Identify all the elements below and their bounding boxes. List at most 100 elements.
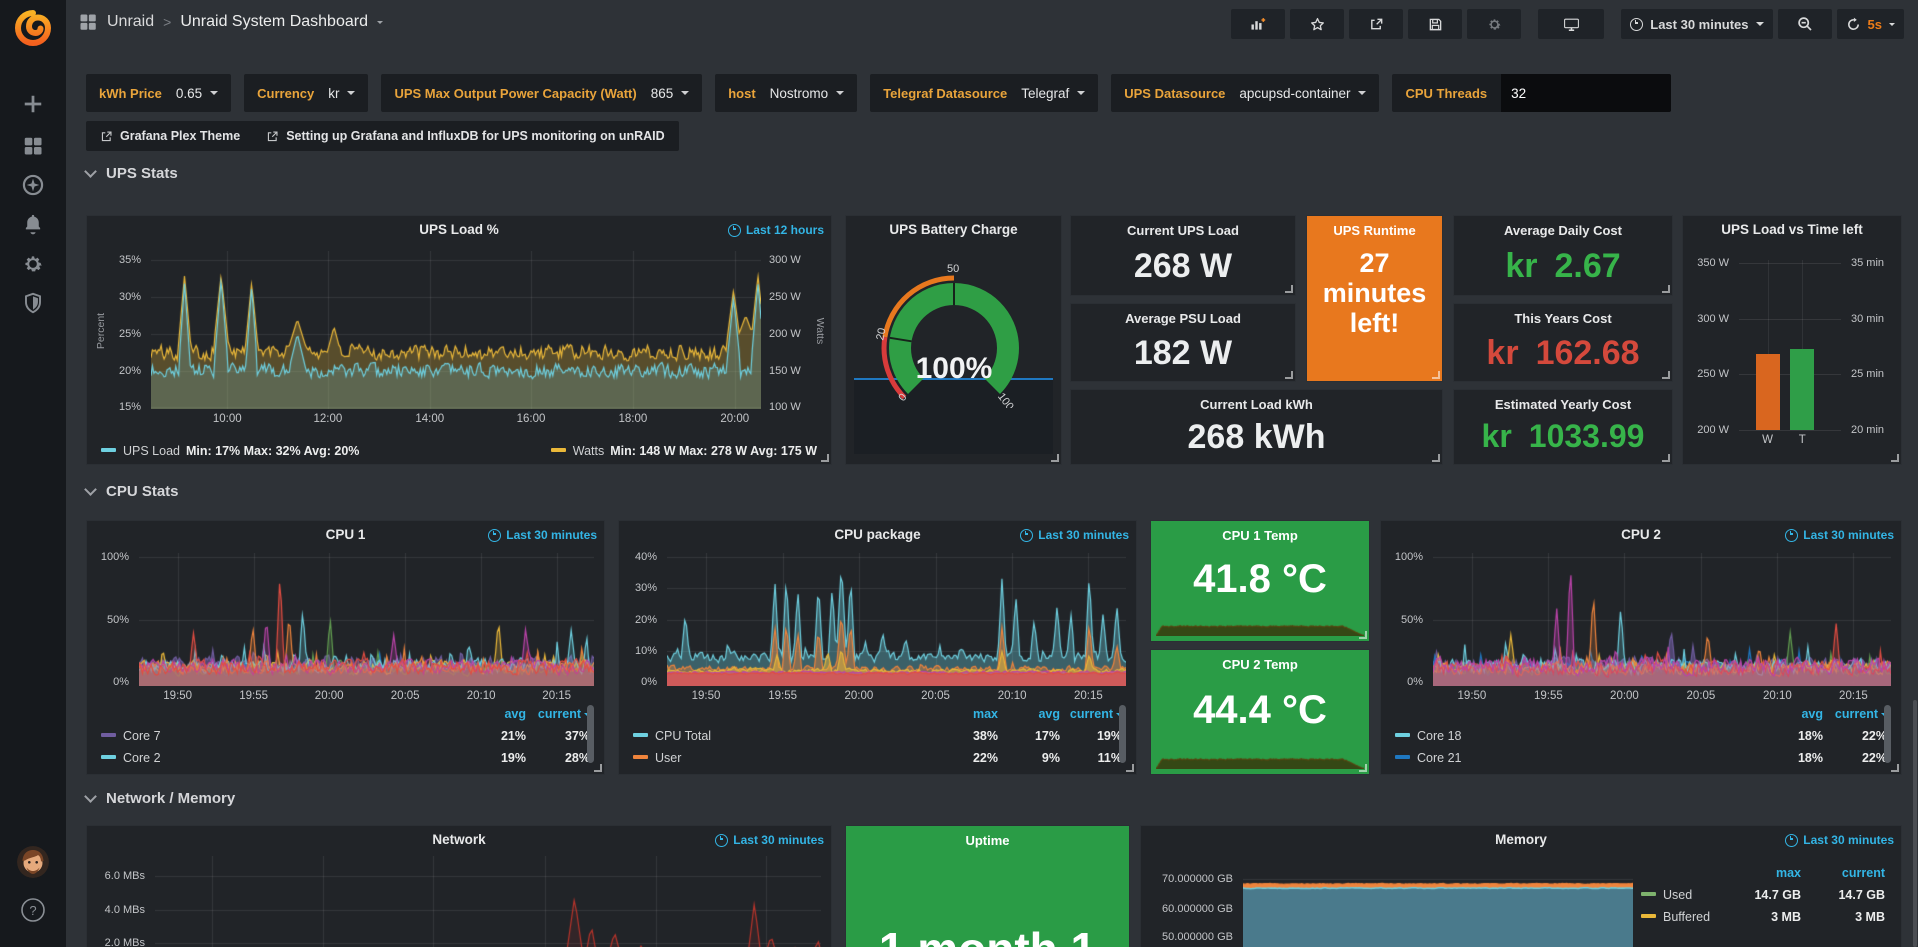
legend-value: 17% <box>998 729 1060 743</box>
x-axis: 10:0012:0014:0016:0018:0020:00 <box>151 409 761 427</box>
variable-cpu-threads[interactable]: CPU Threads <box>1392 74 1671 112</box>
refresh-button[interactable]: 5s <box>1837 9 1904 39</box>
panel-time-override[interactable]: Last 30 minutes <box>1020 528 1129 542</box>
legend-item[interactable]: UPS LoadMin: 17% Max: 32% Avg: 20% <box>101 444 359 458</box>
variable-input[interactable] <box>1501 74 1671 112</box>
panel-title[interactable]: UPS Battery Charge <box>846 222 1061 237</box>
section-network-memory[interactable]: Network / Memory <box>86 790 235 807</box>
time-range-picker[interactable]: Last 30 minutes <box>1621 9 1772 39</box>
variable-value[interactable]: Telegraf <box>1021 86 1085 101</box>
variable-value[interactable]: 0.65 <box>176 86 218 101</box>
save-dashboard-button[interactable] <box>1408 9 1462 39</box>
panel-title[interactable]: CPU 2 Temp <box>1151 657 1369 672</box>
chart-legend-table: avgcurrentCore 1818%22%Core 2118%22% <box>1395 703 1887 769</box>
axis-tick: 30% <box>635 582 657 594</box>
legend-scrollbar[interactable] <box>587 705 594 763</box>
page-scrollbar[interactable] <box>1913 700 1917 947</box>
add-panel-button[interactable] <box>1231 9 1285 39</box>
legend-series-name[interactable]: Core 21 <box>1395 751 1759 765</box>
configuration-gear-icon[interactable] <box>19 250 47 278</box>
external-link-icon <box>100 130 113 143</box>
server-admin-shield-icon[interactable] <box>19 289 47 317</box>
panel-title[interactable]: Current UPS Load <box>1071 223 1295 238</box>
dashboards-icon[interactable] <box>19 132 47 160</box>
legend-series-name[interactable]: CPU Total <box>633 729 936 743</box>
variable-host[interactable]: hostNostromo <box>715 74 857 112</box>
panel-time-override[interactable]: Last 30 minutes <box>488 528 597 542</box>
explore-compass-icon[interactable] <box>19 171 47 199</box>
legend-item[interactable]: WattsMin: 148 W Max: 278 W Avg: 175 W <box>551 444 817 458</box>
ups-load-chart[interactable] <box>151 251 761 409</box>
panel-time-override[interactable]: Last 30 minutes <box>1785 833 1894 847</box>
legend-sort-max[interactable]: max <box>1717 866 1801 880</box>
bar-W[interactable] <box>1756 354 1780 430</box>
section-cpu-stats[interactable]: CPU Stats <box>86 483 179 500</box>
cpu-package-chart[interactable] <box>667 553 1126 686</box>
grafana-logo[interactable] <box>13 8 53 48</box>
breadcrumb-dashboard-title[interactable]: Unraid System Dashboard <box>180 13 368 31</box>
panel-title[interactable]: UPS Runtime <box>1307 223 1442 238</box>
bar-chart-plot[interactable]: WT <box>1739 260 1841 430</box>
axis-tick: 70.000000 GB <box>1162 873 1233 885</box>
panel-time-override[interactable]: Last 12 hours <box>728 223 824 237</box>
panel-title[interactable]: UPS Load vs Time left <box>1683 222 1901 237</box>
variable-ups-max-output-power-capacity-watt-[interactable]: UPS Max Output Power Capacity (Watt)865 <box>381 74 702 112</box>
panel-title[interactable]: Estimated Yearly Cost <box>1454 397 1672 412</box>
variable-kwh-price[interactable]: kWh Price0.65 <box>86 74 231 112</box>
variable-ups-datasource[interactable]: UPS Datasourceapcupsd-container <box>1111 74 1379 112</box>
breadcrumb-folder[interactable]: Unraid <box>107 13 154 31</box>
variable-value[interactable]: Nostromo <box>770 86 845 101</box>
legend-sort-current[interactable]: current <box>1801 866 1885 880</box>
section-ups-stats[interactable]: UPS Stats <box>86 165 178 182</box>
panel-time-override[interactable]: Last 30 minutes <box>1785 528 1894 542</box>
chevron-down-icon[interactable] <box>377 21 383 24</box>
variable-value[interactable]: apcupsd-container <box>1239 86 1366 101</box>
variable-value[interactable]: kr <box>328 86 355 101</box>
panel-memory: Memory Last 30 minutes 70.000000 GB60.00… <box>1140 825 1902 947</box>
network-chart[interactable] <box>155 856 821 947</box>
alerting-bell-icon[interactable] <box>19 211 47 239</box>
dashboard-link[interactable]: Setting up Grafana and InfluxDB for UPS … <box>266 129 664 143</box>
variable-value[interactable]: 865 <box>651 86 690 101</box>
kiosk-tv-button[interactable] <box>1538 9 1604 39</box>
legend-series-name[interactable]: Used <box>1641 888 1717 902</box>
legend-sort-max[interactable]: max <box>936 707 998 721</box>
legend-series-name[interactable]: Core 18 <box>1395 729 1759 743</box>
star-dashboard-button[interactable] <box>1290 9 1344 39</box>
dashboard-settings-button[interactable] <box>1467 9 1521 39</box>
panel-time-override[interactable]: Last 30 minutes <box>715 833 824 847</box>
legend-series-name[interactable]: Core 7 <box>101 729 462 743</box>
variable-currency[interactable]: Currencykr <box>244 74 368 112</box>
legend-sort-current[interactable]: current <box>526 707 590 721</box>
panel-title[interactable]: This Years Cost <box>1454 311 1672 326</box>
legend-sort-avg[interactable]: avg <box>462 707 526 721</box>
legend-sort-avg[interactable]: avg <box>998 707 1060 721</box>
memory-chart[interactable] <box>1243 856 1633 947</box>
dashboard-link[interactable]: Grafana Plex Theme <box>100 129 240 143</box>
panel-title[interactable]: Uptime <box>846 833 1129 848</box>
panel-title[interactable]: Current Load kWh <box>1071 397 1442 412</box>
help-icon[interactable]: ? <box>19 896 47 924</box>
zoom-out-button[interactable] <box>1778 9 1832 39</box>
user-avatar[interactable] <box>17 846 49 878</box>
legend-series-name[interactable]: User <box>633 751 936 765</box>
panel-title[interactable]: UPS Load % <box>87 222 831 237</box>
legend-scrollbar[interactable] <box>1884 705 1891 763</box>
bar-T[interactable] <box>1790 349 1814 430</box>
legend-sort-avg[interactable]: avg <box>1759 707 1823 721</box>
gauge-tick: 100 <box>995 391 1016 408</box>
legend-sort-current[interactable]: current <box>1060 707 1122 721</box>
battery-gauge[interactable]: 0 20 50 100 100% <box>854 248 1054 408</box>
share-dashboard-button[interactable] <box>1349 9 1403 39</box>
legend-series-name[interactable]: Core 2 <box>101 751 462 765</box>
cpu1-chart[interactable] <box>139 553 594 686</box>
panel-title[interactable]: Average Daily Cost <box>1454 223 1672 238</box>
legend-series-name[interactable]: Buffered <box>1641 910 1717 924</box>
legend-sort-current[interactable]: current <box>1823 707 1887 721</box>
variable-telegraf-datasource[interactable]: Telegraf DatasourceTelegraf <box>870 74 1098 112</box>
cpu2-chart[interactable] <box>1433 553 1891 686</box>
create-plus-icon[interactable] <box>19 90 47 118</box>
panel-title[interactable]: CPU 1 Temp <box>1151 528 1369 543</box>
panel-title[interactable]: Average PSU Load <box>1071 311 1295 326</box>
legend-scrollbar[interactable] <box>1119 705 1126 763</box>
